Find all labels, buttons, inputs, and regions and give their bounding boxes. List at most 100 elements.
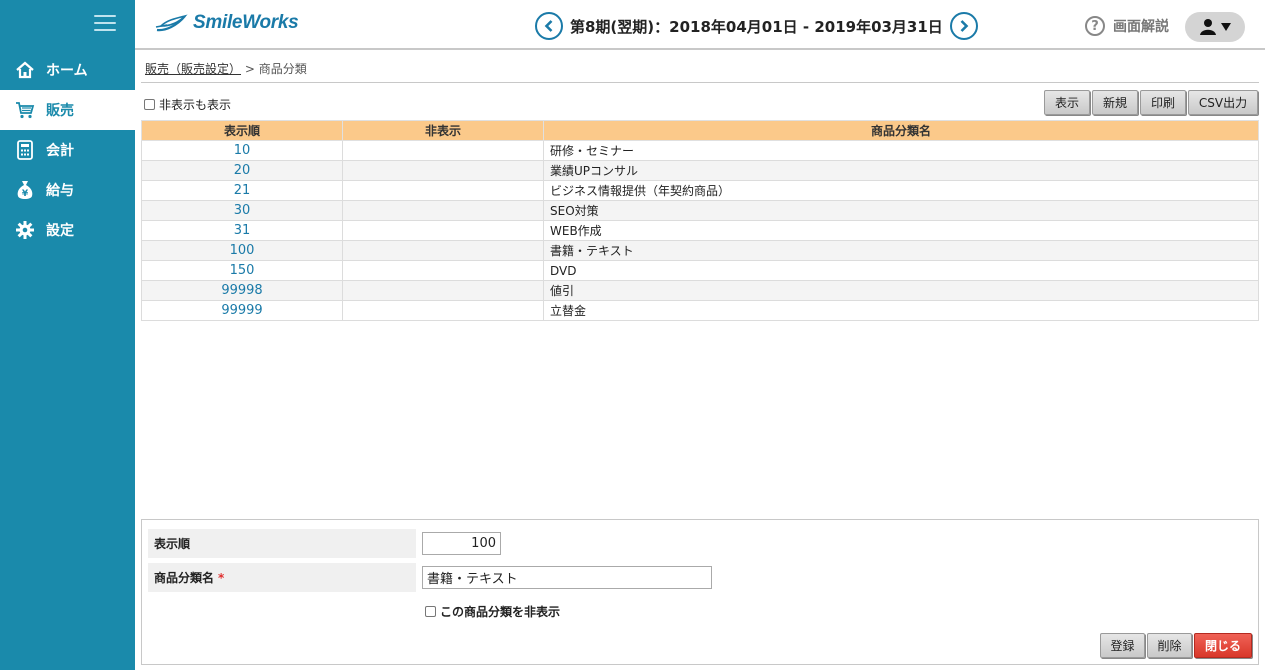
table-row[interactable]: 100 書籍・テキスト [141,240,1259,261]
sidebar-item-label: 会計 [46,143,74,159]
sidebar-item-sales[interactable]: 販売 [0,90,135,130]
cell-hidden [342,260,544,281]
order-field-label: 表示順 [148,529,416,558]
register-button[interactable]: 登録 [1100,633,1145,658]
name-input[interactable]: 書籍・テキスト [422,566,712,589]
calculator-icon [14,139,36,161]
period-text: 第8期(翌期)：2018年04月01日 - 2019年03月31日 [570,17,943,36]
chevron-left-icon [544,20,553,32]
form-buttons: 登録 削除 閉じる [1100,633,1254,658]
home-icon [14,59,36,81]
table-row[interactable]: 21 ビジネス情報提供（年契約商品） [141,180,1259,201]
logo-text: SmileWorks [193,12,299,33]
cell-order[interactable]: 30 [141,200,343,221]
close-button[interactable]: 閉じる [1194,633,1252,658]
sidebar-item-label: 販売 [46,103,74,119]
hamburger-icon[interactable] [94,15,116,33]
cell-order[interactable]: 20 [141,160,343,181]
category-table: 表示順 非表示 商品分類名 10 研修・セミナー 20 業績UPコンサル 21 … [141,120,1259,321]
column-header-order[interactable]: 表示順 [141,120,343,141]
sidebar-item-label: ホーム [46,63,88,79]
order-input[interactable]: 100 [422,532,501,555]
new-button[interactable]: 新規 [1092,90,1138,115]
cell-name: WEB作成 [543,220,1259,241]
divider [141,82,1259,83]
cell-name: 値引 [543,280,1259,301]
help-label: 画面解説 [1113,19,1169,35]
breadcrumb-separator: > [244,62,255,76]
cell-name: ビジネス情報提供（年契約商品） [543,180,1259,201]
table-row[interactable]: 99998 値引 [141,280,1259,301]
cell-hidden [342,300,544,321]
cell-order[interactable]: 99998 [141,280,343,301]
table-row[interactable]: 10 研修・セミナー [141,140,1259,161]
sidebar-item-payroll[interactable]: ¥ 給与 [0,170,135,210]
user-icon [1199,19,1216,35]
svg-text:¥: ¥ [22,189,29,199]
cell-order[interactable]: 21 [141,180,343,201]
detail-form: 表示順 100 商品分類名 * 書籍・テキスト この商品分類を非表示 登録 削除… [141,519,1259,665]
cell-hidden [342,200,544,221]
cell-name: 書籍・テキスト [543,240,1259,261]
toolbar: 表示 新規 印刷 CSV出力 [1044,90,1260,115]
table-header-row: 表示順 非表示 商品分類名 [141,120,1259,141]
period-selector: 第8期(翌期)：2018年04月01日 - 2019年03月31日 [535,12,978,40]
cell-name: 業績UPコンサル [543,160,1259,181]
print-button[interactable]: 印刷 [1140,90,1186,115]
column-header-hidden[interactable]: 非表示 [342,120,544,141]
cell-hidden [342,220,544,241]
cell-name: DVD [543,260,1259,281]
breadcrumb-current: 商品分類 [258,62,307,76]
cell-hidden [342,140,544,161]
sidebar-item-label: 給与 [46,183,74,199]
cell-hidden [342,180,544,201]
header: SmileWorks 第8期(翌期)：2018年04月01日 - 2019年03… [135,0,1265,50]
table-row[interactable]: 31 WEB作成 [141,220,1259,241]
cell-name: SEO対策 [543,200,1259,221]
table-row[interactable]: 20 業績UPコンサル [141,160,1259,181]
cell-order[interactable]: 99999 [141,300,343,321]
required-mark: * [218,570,225,585]
question-icon: ? [1085,16,1105,36]
hide-category-checkbox[interactable] [425,606,436,617]
table-row[interactable]: 30 SEO対策 [141,200,1259,221]
delete-button[interactable]: 削除 [1147,633,1192,658]
name-label-text: 商品分類名 [154,571,215,585]
hide-category-label: この商品分類を非表示 [440,605,561,619]
cell-name: 研修・セミナー [543,140,1259,161]
table-row[interactable]: 99999 立替金 [141,300,1259,321]
sidebar: ホーム 販売 会計 ¥ 給与 設定 [0,0,135,670]
order-label-text: 表示順 [154,537,191,551]
breadcrumb-parent-link[interactable]: 販売（販売設定） [145,62,241,76]
caret-down-icon [1220,23,1231,31]
cell-order[interactable]: 150 [141,260,343,281]
breadcrumb: 販売（販売設定） > 商品分類 [145,60,307,77]
sidebar-item-label: 設定 [46,223,74,239]
next-period-button[interactable] [949,12,978,40]
cell-hidden [342,240,544,261]
show-hidden-label: 非表示も表示 [159,98,232,112]
sidebar-item-settings[interactable]: 設定 [0,210,135,250]
cell-hidden [342,160,544,181]
show-hidden-checkbox[interactable] [144,99,155,110]
cell-order[interactable]: 31 [141,220,343,241]
column-header-name[interactable]: 商品分類名 [543,120,1259,141]
show-button[interactable]: 表示 [1044,90,1090,115]
name-field-label: 商品分類名 * [148,563,416,592]
table-row[interactable]: 150 DVD [141,260,1259,281]
sidebar-item-home[interactable]: ホーム [0,50,135,90]
user-menu-button[interactable] [1185,12,1245,42]
cell-order[interactable]: 10 [141,140,343,161]
cell-order[interactable]: 100 [141,240,343,261]
money-bag-icon: ¥ [14,179,36,201]
help-button[interactable]: ? 画面解説 [1085,16,1169,36]
hide-category-toggle: この商品分類を非表示 [425,603,560,620]
sidebar-item-accounting[interactable]: 会計 [0,130,135,170]
prev-period-button[interactable] [535,12,563,40]
logo[interactable]: SmileWorks [155,12,299,34]
show-hidden-toggle: 非表示も表示 [144,96,231,113]
csv-export-button[interactable]: CSV出力 [1188,90,1258,115]
cell-name: 立替金 [543,300,1259,321]
chevron-right-icon [960,20,969,32]
cart-icon [14,99,36,121]
